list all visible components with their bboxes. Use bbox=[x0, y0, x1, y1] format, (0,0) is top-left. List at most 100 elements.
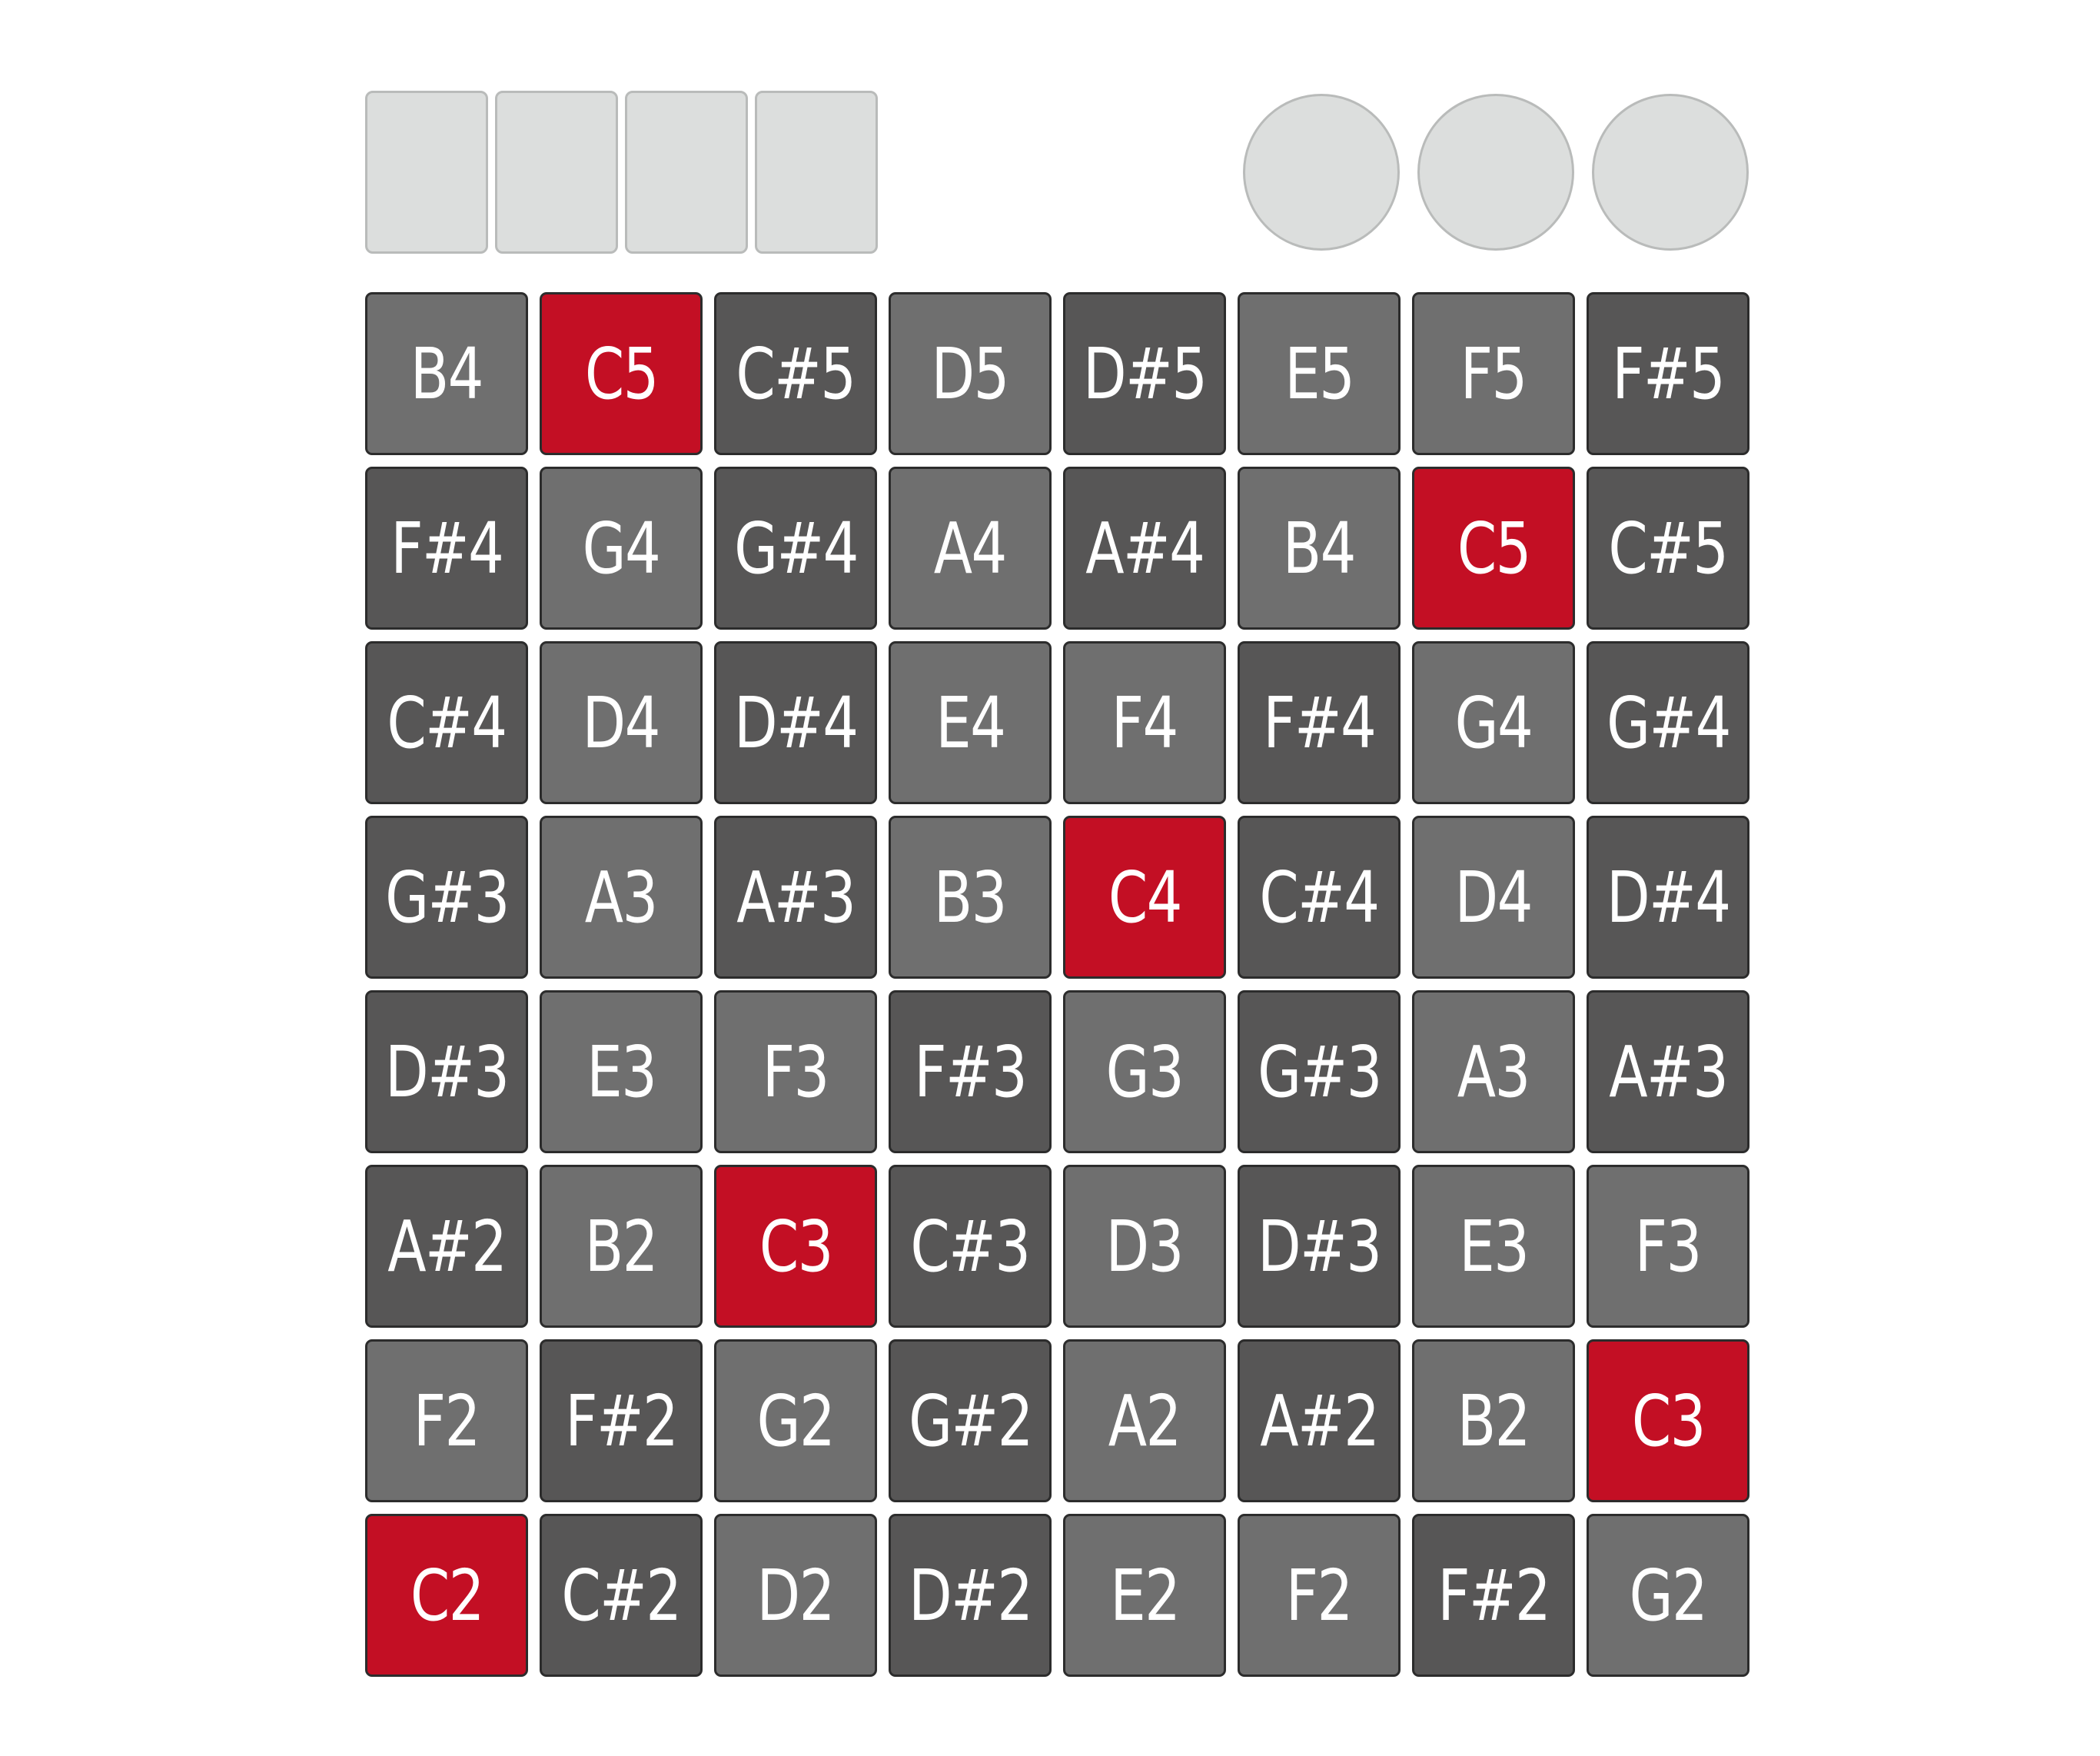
note-label: D#3 bbox=[384, 1030, 510, 1113]
note-pad[interactable]: C5 bbox=[1412, 467, 1575, 630]
note-pad[interactable]: A2 bbox=[1063, 1339, 1226, 1502]
note-pad[interactable]: F#3 bbox=[889, 990, 1052, 1153]
round-button-3[interactable] bbox=[1592, 94, 1749, 251]
control-button-3[interactable] bbox=[625, 91, 748, 254]
control-button-2[interactable] bbox=[495, 91, 618, 254]
note-pad[interactable]: A#2 bbox=[1238, 1339, 1401, 1502]
note-label: A#2 bbox=[1259, 1379, 1380, 1462]
note-pad[interactable]: C#5 bbox=[714, 292, 877, 455]
note-pad[interactable]: D#4 bbox=[1587, 816, 1749, 979]
note-pad[interactable]: E2 bbox=[1063, 1514, 1226, 1677]
note-pad[interactable]: F2 bbox=[1238, 1514, 1401, 1677]
note-pad[interactable]: C5 bbox=[540, 292, 703, 455]
note-pad[interactable]: A#3 bbox=[714, 816, 877, 979]
note-pad[interactable]: C#5 bbox=[1587, 467, 1749, 630]
note-label: A#4 bbox=[1085, 507, 1205, 590]
note-pad[interactable]: F2 bbox=[365, 1339, 528, 1502]
control-button-1[interactable] bbox=[365, 91, 488, 254]
note-pad[interactable]: D2 bbox=[714, 1514, 877, 1677]
note-label: F4 bbox=[1111, 681, 1179, 764]
note-pad[interactable]: F#5 bbox=[1587, 292, 1749, 455]
note-pad[interactable]: F#2 bbox=[540, 1339, 703, 1502]
note-label: A2 bbox=[1108, 1379, 1182, 1462]
note-label: E5 bbox=[1284, 332, 1355, 415]
note-label: F2 bbox=[414, 1379, 481, 1462]
note-label: C#5 bbox=[736, 332, 856, 415]
note-label: F#3 bbox=[913, 1030, 1028, 1113]
control-button-4[interactable] bbox=[755, 91, 878, 254]
round-button-1[interactable] bbox=[1243, 94, 1400, 251]
note-pad[interactable]: E4 bbox=[889, 641, 1052, 804]
note-pad[interactable]: B4 bbox=[365, 292, 528, 455]
note-pad[interactable]: C#4 bbox=[365, 641, 528, 804]
note-label: D#2 bbox=[908, 1554, 1033, 1637]
note-pad[interactable]: B4 bbox=[1238, 467, 1401, 630]
note-pad[interactable]: A3 bbox=[540, 816, 703, 979]
note-pad[interactable]: G4 bbox=[540, 467, 703, 630]
note-pad[interactable]: D4 bbox=[1412, 816, 1575, 979]
note-pad[interactable]: G#2 bbox=[889, 1339, 1052, 1502]
note-pad[interactable]: D#5 bbox=[1063, 292, 1226, 455]
note-pad[interactable]: F3 bbox=[1587, 1165, 1749, 1328]
round-button-2[interactable] bbox=[1417, 94, 1574, 251]
note-pad[interactable]: F#2 bbox=[1412, 1514, 1575, 1677]
note-pad[interactable]: A#3 bbox=[1587, 990, 1749, 1153]
note-pad[interactable]: A4 bbox=[889, 467, 1052, 630]
note-pad[interactable]: E3 bbox=[1412, 1165, 1575, 1328]
note-pad[interactable]: B3 bbox=[889, 816, 1052, 979]
note-label: B4 bbox=[1282, 507, 1357, 590]
note-label: D4 bbox=[1454, 856, 1533, 939]
note-label: G3 bbox=[1105, 1030, 1185, 1113]
note-label: G2 bbox=[756, 1379, 836, 1462]
note-pad[interactable]: G#3 bbox=[1238, 990, 1401, 1153]
note-pad[interactable]: D4 bbox=[540, 641, 703, 804]
note-pad[interactable]: A3 bbox=[1412, 990, 1575, 1153]
note-pad[interactable]: B2 bbox=[1412, 1339, 1575, 1502]
note-label: D#3 bbox=[1257, 1205, 1382, 1288]
note-label: G#4 bbox=[733, 507, 859, 590]
note-pad[interactable]: F4 bbox=[1063, 641, 1226, 804]
note-label: A3 bbox=[585, 856, 659, 939]
note-pad[interactable]: F3 bbox=[714, 990, 877, 1153]
note-label: C#4 bbox=[387, 681, 507, 764]
note-pad[interactable]: F#4 bbox=[365, 467, 528, 630]
note-pad[interactable]: G2 bbox=[714, 1339, 877, 1502]
note-pad[interactable]: D#4 bbox=[714, 641, 877, 804]
note-pad[interactable]: C3 bbox=[714, 1165, 877, 1328]
note-pad[interactable]: G2 bbox=[1587, 1514, 1749, 1677]
note-pad[interactable]: E3 bbox=[540, 990, 703, 1153]
note-label: A#2 bbox=[387, 1205, 507, 1288]
note-pad[interactable]: G3 bbox=[1063, 990, 1226, 1153]
note-label: C#5 bbox=[1608, 507, 1729, 590]
note-pad[interactable]: B2 bbox=[540, 1165, 703, 1328]
note-label: A3 bbox=[1457, 1030, 1531, 1113]
note-pad[interactable]: D#3 bbox=[365, 990, 528, 1153]
note-label: F#5 bbox=[1611, 332, 1726, 415]
note-pad[interactable]: G#4 bbox=[714, 467, 877, 630]
note-label: G4 bbox=[582, 507, 661, 590]
note-pad[interactable]: G#3 bbox=[365, 816, 528, 979]
note-label: B2 bbox=[584, 1205, 659, 1288]
note-pad[interactable]: D#3 bbox=[1238, 1165, 1401, 1328]
note-pad[interactable]: D5 bbox=[889, 292, 1052, 455]
note-pad[interactable]: D#2 bbox=[889, 1514, 1052, 1677]
note-pad[interactable]: D3 bbox=[1063, 1165, 1226, 1328]
note-pad[interactable]: G#4 bbox=[1587, 641, 1749, 804]
note-pad[interactable]: F5 bbox=[1412, 292, 1575, 455]
note-label: F5 bbox=[1460, 332, 1528, 415]
note-pad[interactable]: G4 bbox=[1412, 641, 1575, 804]
note-pad[interactable]: F#4 bbox=[1238, 641, 1401, 804]
note-pad[interactable]: A#4 bbox=[1063, 467, 1226, 630]
note-pad[interactable]: C#2 bbox=[540, 1514, 703, 1677]
note-label: D#5 bbox=[1082, 332, 1208, 415]
top-controls bbox=[365, 91, 1749, 255]
note-pad[interactable]: C2 bbox=[365, 1514, 528, 1677]
note-pad[interactable]: C3 bbox=[1587, 1339, 1749, 1502]
note-pad[interactable]: C#4 bbox=[1238, 816, 1401, 979]
note-label: C#2 bbox=[561, 1554, 682, 1637]
note-pad[interactable]: A#2 bbox=[365, 1165, 528, 1328]
note-label: G2 bbox=[1629, 1554, 1708, 1637]
note-pad[interactable]: E5 bbox=[1238, 292, 1401, 455]
note-pad[interactable]: C4 bbox=[1063, 816, 1226, 979]
note-pad[interactable]: C#3 bbox=[889, 1165, 1052, 1328]
